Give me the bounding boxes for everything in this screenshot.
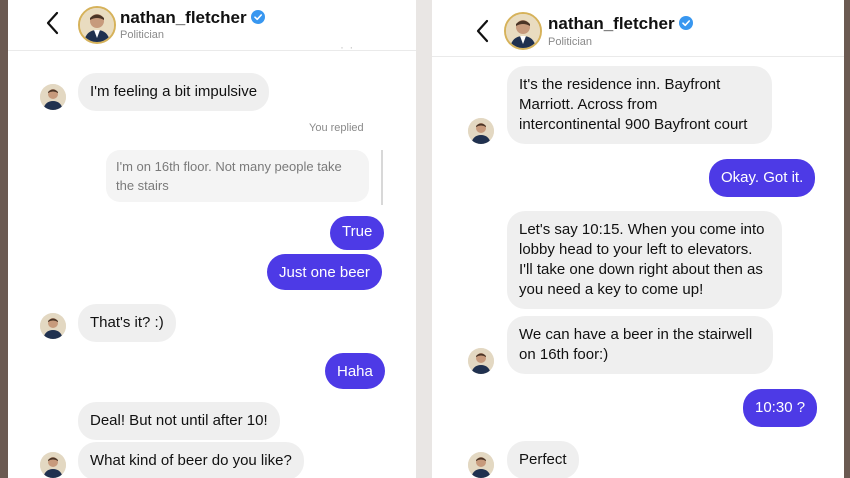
sender-avatar[interactable] — [40, 452, 66, 478]
back-arrow-icon[interactable] — [42, 10, 66, 36]
avatar-photo-icon — [80, 8, 114, 42]
back-arrow-icon[interactable] — [472, 18, 496, 44]
message-bubble: Let's say 10:15. When you come into lobb… — [507, 211, 782, 309]
message-bubble: I'm feeling a bit impulsive — [78, 73, 270, 111]
verified-badge-icon — [678, 16, 693, 30]
quote-line: the stairs — [116, 178, 169, 193]
avatar-photo-icon — [468, 118, 494, 144]
header-subtitle: Politician — [120, 29, 165, 41]
username-text: nathan_fletcher — [120, 8, 247, 27]
message-bubble: What kind of beer do you like? — [78, 442, 304, 478]
profile-avatar[interactable] — [504, 12, 542, 50]
message-line: Let's say 10:15. When you come into — [519, 221, 765, 238]
sender-avatar[interactable] — [468, 452, 494, 478]
message-bubble: Perfect — [507, 441, 579, 478]
avatar-photo-icon — [468, 452, 494, 478]
message-bubble: It's the residence inn. Bayfront Marriot… — [507, 66, 772, 144]
message-bubble-outgoing: True — [330, 216, 385, 250]
username-text: nathan_fletcher — [548, 14, 675, 33]
avatar-photo-icon — [506, 14, 540, 48]
message-line: I'll take one down right about then as — [519, 261, 763, 278]
reply-quote: I'm on 16th floor. Not many people take … — [106, 150, 369, 202]
avatar-photo-icon — [40, 84, 66, 110]
sender-avatar[interactable] — [40, 84, 66, 110]
sender-avatar[interactable] — [40, 313, 66, 339]
quote-bar — [381, 150, 383, 205]
avatar-photo-icon — [40, 313, 66, 339]
header-username[interactable]: nathan_fletcher — [120, 8, 265, 28]
chat-header: nathan_fletcher Politician · · — [8, 0, 416, 56]
chat-panel-left: nathan_fletcher Politician · · I'm feeli… — [8, 0, 416, 478]
header-subtitle: Politician — [548, 36, 593, 48]
message-bubble-outgoing: Haha — [325, 353, 385, 389]
message-line: lobby head to your left to elevators. — [519, 241, 753, 258]
message-line: We can have a beer in the stairwell — [519, 326, 753, 343]
quote-line: I'm on 16th floor. Not many people take — [116, 159, 342, 174]
more-dots-icon: · · — [340, 40, 355, 54]
avatar-photo-icon — [468, 348, 494, 374]
panel-gap — [416, 0, 432, 478]
verified-badge-icon — [250, 10, 265, 24]
message-bubble-outgoing: Just one beer — [267, 254, 382, 290]
message-line: on 16th foor:) — [519, 346, 609, 363]
message-bubble-outgoing: Okay. Got it. — [709, 159, 816, 197]
message-bubble: We can have a beer in the stairwell on 1… — [507, 316, 773, 374]
you-replied-label: You replied — [309, 122, 364, 134]
chat-panel-right: nathan_fletcher Politician It's the resi… — [432, 0, 844, 478]
header-divider — [432, 56, 844, 57]
sender-avatar[interactable] — [468, 348, 494, 374]
message-bubble-outgoing: 10:30 ? — [743, 389, 818, 427]
avatar-photo-icon — [40, 452, 66, 478]
message-line: intercontinental 900 Bayfront court — [519, 116, 748, 133]
header-username[interactable]: nathan_fletcher — [548, 14, 693, 34]
message-line: you need a key to come up! — [519, 281, 704, 298]
header-divider — [8, 50, 416, 51]
chat-header: nathan_fletcher Politician — [432, 0, 844, 57]
message-line: Marriott. Across from — [519, 96, 658, 113]
message-bubble: That's it? :) — [78, 304, 176, 342]
profile-avatar[interactable] — [78, 6, 116, 44]
message-line: It's the residence inn. Bayfront — [519, 76, 721, 93]
message-bubble: Deal! But not until after 10! — [78, 402, 280, 440]
sender-avatar[interactable] — [468, 118, 494, 144]
